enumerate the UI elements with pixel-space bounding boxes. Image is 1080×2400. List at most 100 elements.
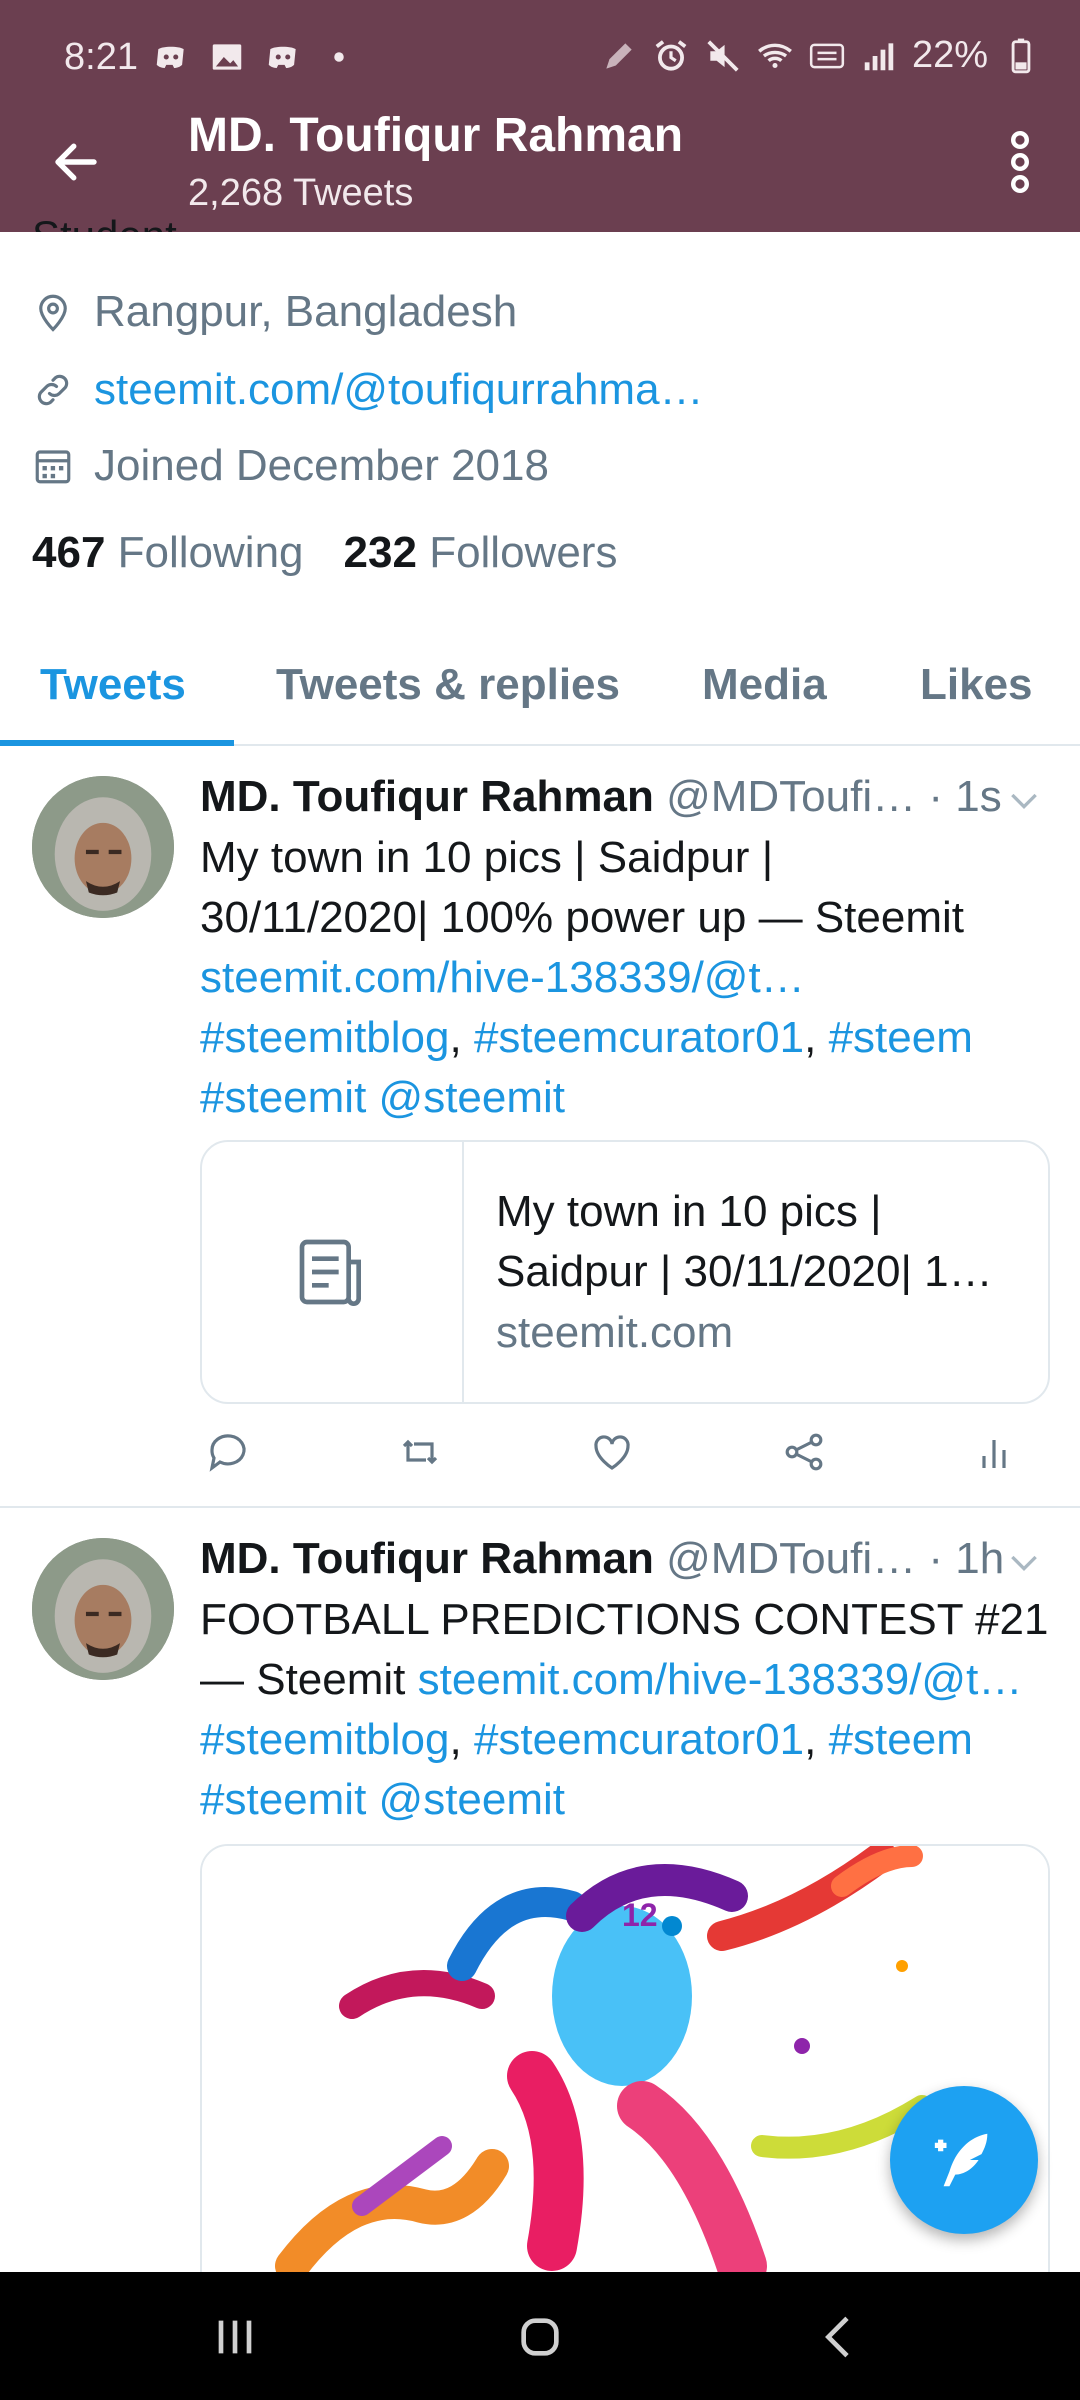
joined-text: Joined December 2018 xyxy=(94,441,549,490)
battery-icon xyxy=(1002,37,1040,75)
pen-icon xyxy=(600,37,638,75)
share-button[interactable] xyxy=(780,1428,828,1476)
status-time: 8:21 xyxy=(64,36,138,78)
followers-stat[interactable]: 232 Followers xyxy=(344,528,618,578)
tweet-count: 2,268 Tweets xyxy=(188,172,414,214)
home-button[interactable] xyxy=(505,2302,575,2372)
tweet-menu-button[interactable] xyxy=(1004,1542,1044,1582)
avatar[interactable] xyxy=(32,1538,174,1680)
following-stat[interactable]: 467 Following xyxy=(32,528,304,578)
followers-count: 232 xyxy=(343,528,417,577)
tweet-menu-button[interactable] xyxy=(1004,780,1044,820)
like-button[interactable] xyxy=(588,1428,636,1476)
tweet-hashtags: #steemitblog, #steemcurator01, #steem xyxy=(200,1710,1060,1770)
following-count: 467 xyxy=(32,528,106,577)
mention-link[interactable]: @steemit xyxy=(379,1073,565,1122)
tweet-time: · 1s xyxy=(928,772,1002,821)
tweet-author-name[interactable]: MD. Toufiqur Rahman xyxy=(200,772,654,821)
hashtag-link[interactable]: #steemcurator01 xyxy=(474,1013,804,1062)
retweet-icon xyxy=(402,1439,438,1465)
card-thumbnail xyxy=(202,1142,464,1402)
reply-button[interactable] xyxy=(204,1428,252,1476)
tweet-text-prefix: — Steemit xyxy=(200,1655,418,1704)
tweet-text-line: — Steemit steemit.com/hive-138339/@t… xyxy=(200,1650,1060,1710)
tweet-author-name[interactable]: MD. Toufiqur Rahman xyxy=(200,1534,654,1583)
wifi-icon xyxy=(756,37,794,75)
avatar-image xyxy=(32,1538,174,1680)
active-tab-indicator xyxy=(0,740,234,746)
profile-name-title: MD. Toufiqur Rahman xyxy=(188,109,684,162)
tweet-text-line: FOOTBALL PREDICTIONS CONTEST #21 xyxy=(200,1595,1049,1644)
retweet-button[interactable] xyxy=(396,1428,444,1476)
follow-stats: 467 Following 232 Followers xyxy=(32,528,617,578)
location-pin-icon xyxy=(32,291,74,333)
tab-tweets-and-replies[interactable]: Tweets & replies xyxy=(276,660,620,710)
tweet-hashtags: #steemitblog, #steemcurator01, #steem xyxy=(200,1008,1060,1068)
profile-location: Rangpur, Bangladesh xyxy=(32,282,517,342)
tag-separator: , xyxy=(449,1013,474,1062)
hashtag-link[interactable]: #steemitblog xyxy=(200,1013,449,1062)
home-icon xyxy=(521,2318,559,2356)
card-title: My town in 10 pics | Saidpur | 30/11/202… xyxy=(496,1182,1016,1302)
reply-icon xyxy=(209,1434,246,1472)
compose-feather-icon xyxy=(934,2133,988,2187)
system-icons: 22% xyxy=(600,34,1040,77)
tag-separator: , xyxy=(449,1715,474,1764)
more-options-button[interactable] xyxy=(980,122,1060,202)
tweet-time: · 1h xyxy=(928,1534,1005,1583)
hashtag-link[interactable]: #steemit xyxy=(200,1073,366,1122)
hashtag-link[interactable]: #steemit xyxy=(200,1775,366,1824)
recent-apps-button[interactable] xyxy=(200,2302,270,2372)
tweet-hashtags: #steemit @steemit xyxy=(200,1068,1060,1128)
tweet-link[interactable]: steemit.com/hive-138339/@t… xyxy=(200,948,1060,1008)
hashtag-link[interactable]: #steemcurator01 xyxy=(474,1715,804,1764)
tweet-item[interactable]: MD. Toufiqur Rahman @MDToufi… · 1s My to… xyxy=(0,748,1080,1508)
tab-likes[interactable]: Likes xyxy=(920,660,1033,710)
system-navigation-bar xyxy=(0,2272,1080,2400)
jersey-number: 12 xyxy=(622,1897,658,1933)
alarm-icon xyxy=(652,37,690,75)
tweet-handle: @MDToufi… xyxy=(666,772,917,821)
tweet-text-line: My town in 10 pics | Saidpur | xyxy=(200,833,774,882)
arrow-left-icon xyxy=(55,143,97,181)
avatar[interactable] xyxy=(32,776,174,918)
card-domain: steemit.com xyxy=(496,1308,734,1357)
link-preview-card[interactable]: My town in 10 pics | Saidpur | 30/11/202… xyxy=(200,1140,1050,1404)
battery-percent: 22% xyxy=(911,34,988,76)
mention-link[interactable]: @steemit xyxy=(379,1775,565,1824)
recent-apps-icon xyxy=(218,2320,252,2354)
volte-icon xyxy=(808,37,846,75)
chevron-down-icon xyxy=(1011,793,1037,810)
hashtag-link[interactable]: #steem xyxy=(829,1715,973,1764)
tab-tweets[interactable]: Tweets xyxy=(40,660,186,710)
tweet-link[interactable]: steemit.com/hive-138339/@t… xyxy=(418,1655,1023,1704)
chevron-left-icon xyxy=(825,2316,849,2358)
analytics-button[interactable] xyxy=(972,1428,1020,1476)
hashtag-link[interactable]: #steem xyxy=(829,1013,973,1062)
website-link[interactable]: steemit.com/@toufiqurrahma… xyxy=(94,365,704,415)
tweet-header: MD. Toufiqur Rahman @MDToufi… · 1h xyxy=(200,1534,1004,1584)
bar-chart-icon xyxy=(982,1440,1006,1468)
back-button[interactable] xyxy=(36,122,116,202)
tweet-hashtags: #steemit @steemit xyxy=(200,1770,1060,1830)
tag-separator: , xyxy=(804,1013,829,1062)
compose-tweet-button[interactable] xyxy=(890,2086,1038,2234)
signal-icon xyxy=(860,37,898,75)
article-icon xyxy=(299,1239,361,1306)
back-nav-button[interactable] xyxy=(805,2302,875,2372)
more-vertical-icon xyxy=(1010,130,1030,194)
followers-label: Followers xyxy=(429,528,618,577)
gallery-icon xyxy=(208,38,246,76)
share-icon xyxy=(785,1433,823,1471)
status-bar: 8:21 22% xyxy=(0,0,1080,116)
tag-separator: , xyxy=(804,1715,829,1764)
hashtag-link[interactable]: #steemitblog xyxy=(200,1715,449,1764)
card-title-line: My town in 10 pics | xyxy=(496,1187,882,1236)
tweet-actions xyxy=(200,1428,1030,1488)
tab-media[interactable]: Media xyxy=(702,660,827,710)
discord-icon xyxy=(264,38,302,76)
dot-icon xyxy=(320,38,358,76)
tweet-handle: @MDToufi… xyxy=(666,1534,917,1583)
discord-icon xyxy=(152,38,190,76)
heart-icon xyxy=(594,1435,630,1470)
